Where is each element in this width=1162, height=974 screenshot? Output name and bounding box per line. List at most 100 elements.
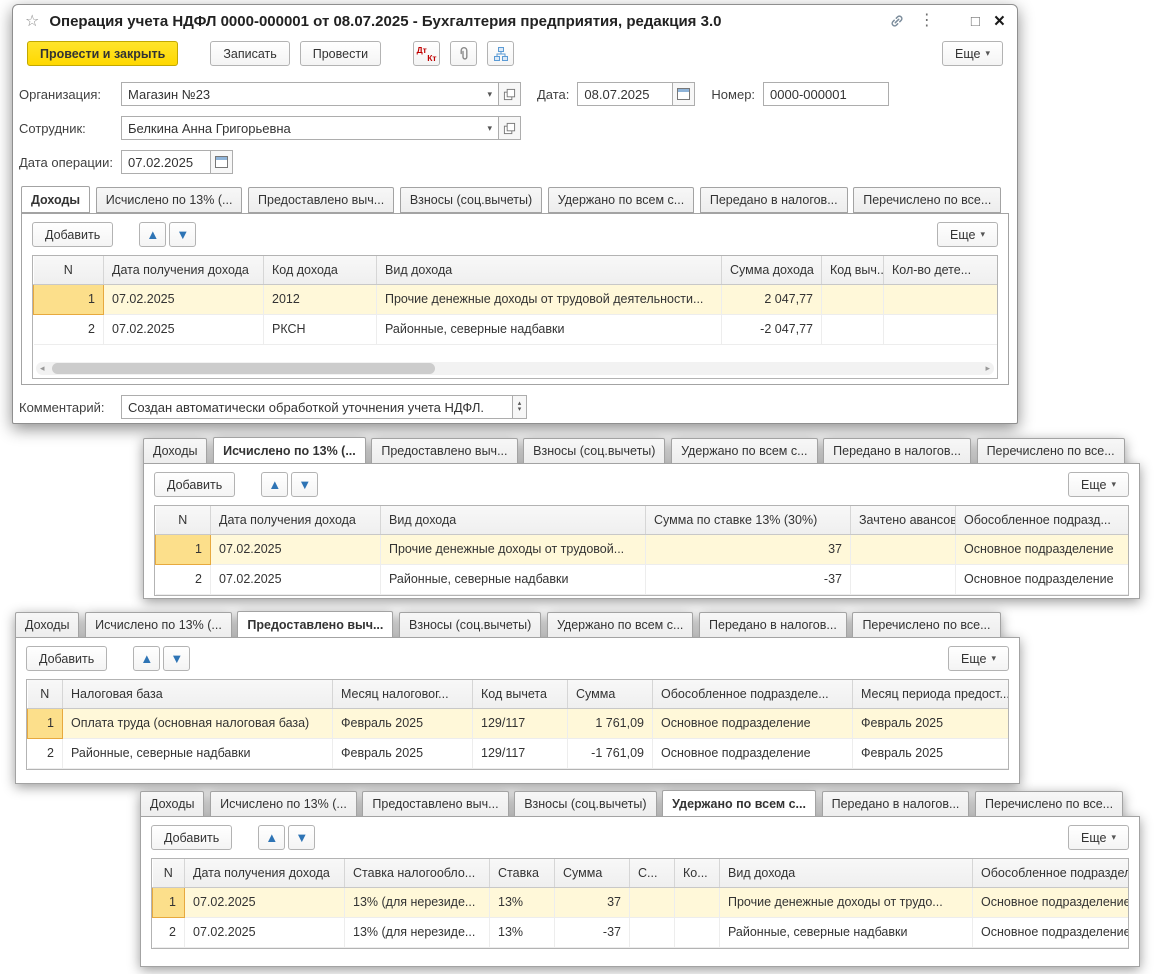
dtkt-postings-button[interactable]: ДтКт (413, 41, 440, 66)
column-header[interactable]: Сумма дохода (722, 256, 822, 284)
column-header[interactable]: N (28, 680, 63, 708)
column-header[interactable]: Ставка (490, 859, 555, 887)
cell[interactable]: Февраль 2025 (333, 708, 473, 738)
grid-more-button[interactable]: Еще▾ (1068, 472, 1129, 497)
cell[interactable]: Прочие денежные доходы от трудовой... (381, 534, 646, 564)
tab-remitted[interactable]: Перечислено по все... (975, 791, 1123, 817)
cell[interactable]: Основное подразделение (973, 887, 1129, 917)
scroll-right-icon[interactable]: ▸ (985, 363, 990, 374)
column-header[interactable]: Месяц налоговог... (333, 680, 473, 708)
cell[interactable]: 2 (34, 314, 104, 344)
tab-contributions[interactable]: Взносы (соц.вычеты) (523, 438, 665, 464)
tab-passed-to-tax[interactable]: Передано в налогов... (699, 612, 847, 638)
cell[interactable]: Районные, северные надбавки (377, 314, 722, 344)
cell[interactable]: -37 (646, 564, 851, 594)
cell[interactable] (630, 887, 675, 917)
cell[interactable]: Февраль 2025 (853, 738, 1009, 768)
cell[interactable]: 07.02.2025 (185, 887, 345, 917)
table-row[interactable]: 1 Оплата труда (основная налоговая база)… (28, 708, 1009, 738)
cell[interactable]: 13% (490, 917, 555, 947)
tab-withheld[interactable]: Удержано по всем с... (547, 612, 693, 638)
cell[interactable] (884, 314, 998, 344)
table-row[interactable]: 2 07.02.2025 РКСН Районные, северные над… (34, 314, 998, 344)
table-row[interactable]: 1 07.02.2025 2012 Прочие денежные доходы… (34, 284, 998, 314)
tab-remitted[interactable]: Перечислено по все... (977, 438, 1125, 464)
cell[interactable]: 1 (156, 534, 211, 564)
cell[interactable]: Февраль 2025 (333, 738, 473, 768)
move-down-button[interactable]: ▼ (291, 472, 318, 497)
move-up-button[interactable]: ▲ (261, 472, 288, 497)
comment-spinner[interactable]: ▴ ▾ (512, 395, 527, 419)
table-row[interactable]: 2 Районные, северные надбавки Февраль 20… (28, 738, 1009, 768)
cell[interactable]: Районные, северные надбавки (720, 917, 973, 947)
move-down-button[interactable]: ▼ (288, 825, 315, 850)
tab-withheld[interactable]: Удержано по всем с... (662, 790, 816, 817)
column-header[interactable]: N (34, 256, 104, 284)
add-row-button[interactable]: Добавить (154, 472, 235, 497)
cell[interactable]: 37 (555, 887, 630, 917)
column-header[interactable]: Налоговая база (63, 680, 333, 708)
post-button[interactable]: Провести (300, 41, 381, 66)
add-row-button[interactable]: Добавить (32, 222, 113, 247)
tab-deductions-provided[interactable]: Предоставлено выч... (362, 791, 508, 817)
cell[interactable]: Районные, северные надбавки (63, 738, 333, 768)
grid-more-button[interactable]: Еще▾ (948, 646, 1009, 671)
table-row[interactable]: 2 07.02.2025 13% (для нерезиде... 13% -3… (153, 917, 1129, 947)
cell[interactable]: 2 047,77 (722, 284, 822, 314)
employee-open-button[interactable] (498, 116, 521, 140)
cell[interactable]: Основное подразделение (956, 564, 1129, 594)
tab-calculated-13[interactable]: Исчислено по 13% (... (213, 437, 366, 464)
column-header[interactable]: Обособленное подразд... (956, 506, 1129, 534)
scroll-left-icon[interactable]: ◂ (40, 363, 45, 374)
cell[interactable]: 1 (153, 887, 185, 917)
cell[interactable]: Прочие денежные доходы от трудо... (720, 887, 973, 917)
tab-deductions-provided[interactable]: Предоставлено выч... (248, 187, 394, 213)
cell[interactable]: 1 (34, 284, 104, 314)
grid-more-button[interactable]: Еще▾ (937, 222, 998, 247)
column-header[interactable]: Код выч... (822, 256, 884, 284)
window-more-button[interactable]: Еще▾ (942, 41, 1003, 66)
organization-field[interactable]: Магазин №23 ▾ (121, 82, 499, 106)
tab-calculated-13[interactable]: Исчислено по 13% (... (96, 187, 243, 213)
spin-down-icon[interactable]: ▾ (518, 407, 522, 413)
tab-deductions-provided[interactable]: Предоставлено выч... (237, 611, 393, 638)
cell[interactable] (675, 887, 720, 917)
table-row[interactable]: 1 07.02.2025 13% (для нерезиде... 13% 37… (153, 887, 1129, 917)
tab-incomes[interactable]: Доходы (143, 438, 207, 464)
column-header[interactable]: Сумма по ставке 13% (30%) (646, 506, 851, 534)
tab-passed-to-tax[interactable]: Передано в налогов... (823, 438, 971, 464)
tab-calculated-13[interactable]: Исчислено по 13% (... (210, 791, 357, 817)
favorite-star-icon[interactable]: ☆ (25, 11, 39, 31)
tab-contributions[interactable]: Взносы (соц.вычеты) (400, 187, 542, 213)
get-link-icon[interactable] (889, 13, 905, 29)
tab-remitted[interactable]: Перечислено по все... (852, 612, 1000, 638)
comment-field[interactable]: Создан автоматически обработкой уточнени… (121, 395, 513, 419)
cell[interactable]: Основное подразделение (653, 708, 853, 738)
cell[interactable]: -2 047,77 (722, 314, 822, 344)
tab-remitted[interactable]: Перечислено по все... (853, 187, 1001, 213)
cell[interactable]: Прочие денежные доходы от трудовой деяте… (377, 284, 722, 314)
move-down-button[interactable]: ▼ (163, 646, 190, 671)
cell[interactable]: 13% (для нерезиде... (345, 917, 490, 947)
cell[interactable] (822, 314, 884, 344)
cell[interactable]: 129/117 (473, 708, 568, 738)
cell[interactable]: 07.02.2025 (104, 314, 264, 344)
table-row[interactable]: 2 07.02.2025 Районные, северные надбавки… (156, 564, 1129, 594)
column-header[interactable]: Вид дохода (720, 859, 973, 887)
cell[interactable]: 13% (490, 887, 555, 917)
cell[interactable]: 07.02.2025 (104, 284, 264, 314)
cell[interactable]: Основное подразделение (653, 738, 853, 768)
column-header[interactable]: Месяц периода предост... (853, 680, 1009, 708)
cell[interactable]: Февраль 2025 (853, 708, 1009, 738)
cell[interactable] (822, 284, 884, 314)
attachments-button[interactable] (450, 41, 477, 66)
tab-incomes[interactable]: Доходы (21, 186, 90, 213)
date-calendar-button[interactable] (672, 82, 695, 106)
tab-passed-to-tax[interactable]: Передано в налогов... (822, 791, 970, 817)
chevron-down-icon[interactable]: ▾ (487, 123, 492, 134)
cell[interactable]: 1 (28, 708, 63, 738)
cell[interactable]: РКСН (264, 314, 377, 344)
cell[interactable]: 2 (156, 564, 211, 594)
tab-incomes[interactable]: Доходы (140, 791, 204, 817)
tab-passed-to-tax[interactable]: Передано в налогов... (700, 187, 848, 213)
